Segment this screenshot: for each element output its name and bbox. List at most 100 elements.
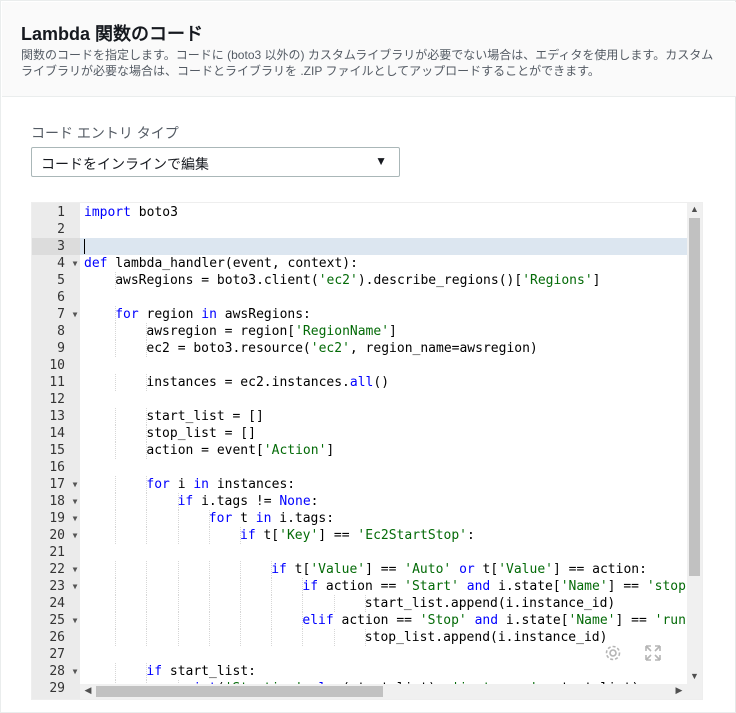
horizontal-scrollbar[interactable]: ◀ ▶ bbox=[80, 684, 702, 699]
code-line[interactable]: 5 awsRegions = boto3.client('ec2').descri… bbox=[32, 272, 688, 289]
vertical-scroll-thumb[interactable] bbox=[689, 218, 700, 576]
code-line[interactable]: 8 awsregion = region['RegionName'] bbox=[32, 323, 688, 340]
code-line[interactable]: 13 start_list = [] bbox=[32, 408, 688, 425]
code-text: start_list.append(i.instance_id) bbox=[364, 596, 616, 611]
indent-guide bbox=[146, 578, 148, 595]
code-line[interactable]: 18 ▼ if i.tags != None: bbox=[32, 493, 688, 510]
indent-guide bbox=[177, 595, 179, 612]
indent-guide bbox=[177, 629, 179, 646]
code-line[interactable]: 6 bbox=[32, 289, 688, 306]
scroll-right-arrow-icon[interactable]: ▶ bbox=[673, 685, 685, 698]
code-line[interactable]: 24 start_list.append(i.instance_id) bbox=[32, 595, 688, 612]
fold-arrow-icon[interactable]: ▼ bbox=[70, 527, 80, 544]
scroll-left-arrow-icon[interactable]: ◀ bbox=[82, 685, 94, 698]
indent-guide bbox=[115, 629, 117, 646]
indent-guide bbox=[302, 629, 304, 646]
fold-arrow-icon[interactable]: ▼ bbox=[70, 578, 80, 595]
indent-guide bbox=[115, 476, 117, 493]
fold-arrow-icon[interactable]: ▼ bbox=[70, 493, 80, 510]
indent-guide bbox=[115, 663, 117, 680]
code-line[interactable]: 2 bbox=[32, 221, 688, 238]
indent-guide bbox=[302, 595, 304, 612]
indent-guide bbox=[115, 340, 117, 357]
code-line[interactable]: 10 bbox=[32, 357, 688, 374]
line-number: 29 bbox=[49, 681, 65, 696]
code-text: if i.tags != None: bbox=[177, 494, 319, 509]
code-text: if start_list: bbox=[146, 664, 256, 679]
line-number: 16 bbox=[49, 460, 65, 475]
code-line[interactable]: 28 ▼ if start_list: bbox=[32, 663, 688, 680]
gear-icon[interactable] bbox=[603, 643, 623, 663]
indent-guide bbox=[208, 561, 210, 578]
caret-down-icon: ▼ bbox=[375, 154, 387, 168]
indent-guide bbox=[240, 595, 241, 612]
code-line[interactable]: 11 instances = ec2.instances.all() bbox=[32, 374, 688, 391]
code-line[interactable]: 26 stop_list.append(i.instance_id) bbox=[32, 629, 688, 646]
fold-arrow-icon[interactable]: ▼ bbox=[70, 561, 80, 578]
code-editor[interactable]: 1 import boto3 2 3 4 ▼ def lambda_handler(even… bbox=[31, 202, 703, 700]
code-line[interactable]: 7 ▼ for region in awsRegions: bbox=[32, 306, 688, 323]
indent-guide bbox=[208, 595, 210, 612]
fold-arrow-icon[interactable]: ▼ bbox=[70, 510, 80, 527]
indent-guide bbox=[208, 612, 210, 629]
line-number: 26 bbox=[49, 630, 65, 645]
code-line[interactable]: 19 ▼ for t in i.tags: bbox=[32, 510, 688, 527]
line-number: 12 bbox=[49, 392, 65, 407]
code-line[interactable]: 16 bbox=[32, 459, 688, 476]
indent-guide bbox=[177, 510, 179, 527]
scroll-up-arrow-icon[interactable]: ▲ bbox=[687, 204, 702, 217]
line-number: 24 bbox=[49, 596, 65, 611]
scroll-down-arrow-icon[interactable]: ▼ bbox=[687, 671, 702, 684]
code-text: elif action == 'Stop' and i.state['Name'… bbox=[302, 613, 702, 628]
code-entry-type-select[interactable]: コードをインラインで編集 ▼ bbox=[31, 147, 400, 177]
line-number: 15 bbox=[49, 443, 65, 458]
code-line[interactable]: 1 import boto3 bbox=[32, 204, 688, 221]
indent-guide bbox=[208, 629, 210, 646]
code-text: stop_list.append(i.instance_id) bbox=[364, 630, 608, 645]
code-line[interactable]: 3 bbox=[32, 238, 688, 255]
lambda-code-panel: Lambda 関数のコード 関数のコードを指定します。コードに (boto3 以… bbox=[0, 0, 736, 713]
code-line[interactable]: 23 ▼ if action == 'Start' and i.state['Nam… bbox=[32, 578, 702, 595]
line-number: 8 bbox=[57, 324, 65, 339]
code-line[interactable]: 12 bbox=[32, 391, 688, 408]
line-number: 11 bbox=[49, 375, 65, 390]
indent-guide bbox=[240, 578, 241, 595]
indent-guide bbox=[115, 510, 117, 527]
code-text: awsregion = region['RegionName'] bbox=[146, 324, 397, 339]
horizontal-scroll-thumb[interactable] bbox=[96, 686, 383, 697]
fold-arrow-icon[interactable]: ▼ bbox=[70, 663, 80, 680]
code-line[interactable]: 25 ▼ elif action == 'Stop' and i.state['Na… bbox=[32, 612, 702, 629]
indent-guide bbox=[115, 578, 117, 595]
code-line[interactable]: 20 ▼ if t['Key'] == 'Ec2StartStop': bbox=[32, 527, 688, 544]
code-line[interactable]: 14 stop_list = [] bbox=[32, 425, 688, 442]
code-text: if action == 'Start' and i.state['Name']… bbox=[302, 579, 702, 594]
code-text: instances = ec2.instances.all() bbox=[146, 375, 390, 390]
code-line[interactable]: 21 bbox=[32, 544, 688, 561]
fold-arrow-icon[interactable]: ▼ bbox=[70, 476, 80, 493]
fold-arrow-icon[interactable]: ▼ bbox=[70, 255, 80, 272]
code-line[interactable]: 9 ec2 = boto3.resource('ec2', region_name… bbox=[32, 340, 688, 357]
vertical-scrollbar[interactable]: ▲ ▼ bbox=[687, 203, 702, 686]
panel-header: Lambda 関数のコード 関数のコードを指定します。コードに (boto3 以… bbox=[2, 2, 736, 97]
code-line[interactable]: 22 ▼ if t['Value'] == 'Auto' or t['Value']… bbox=[32, 561, 688, 578]
indent-guide bbox=[115, 374, 117, 391]
code-entry-type-label: コード エントリ タイプ bbox=[31, 125, 179, 141]
line-number: 3 bbox=[32, 238, 80, 255]
code-text: for region in awsRegions: bbox=[115, 307, 311, 322]
indent-guide bbox=[333, 629, 335, 646]
panel-title: Lambda 関数のコード bbox=[21, 24, 204, 44]
fold-arrow-icon[interactable]: ▼ bbox=[70, 306, 80, 323]
code-line[interactable]: 27 bbox=[32, 646, 688, 663]
code-text bbox=[84, 238, 85, 255]
code-line[interactable]: 4 ▼ def lambda_handler(event, context): bbox=[32, 255, 688, 272]
line-number: 14 bbox=[49, 426, 65, 441]
fold-arrow-icon[interactable]: ▼ bbox=[70, 612, 80, 629]
indent-guide bbox=[146, 527, 148, 544]
indent-guide bbox=[146, 612, 148, 629]
expand-icon[interactable] bbox=[643, 643, 663, 663]
line-number: 21 bbox=[49, 545, 65, 560]
code-line[interactable]: 17 ▼ for i in instances: bbox=[32, 476, 688, 493]
code-line[interactable]: 15 action = event['Action'] bbox=[32, 442, 688, 459]
line-number: 27 bbox=[49, 647, 65, 662]
indent-guide bbox=[271, 595, 273, 612]
